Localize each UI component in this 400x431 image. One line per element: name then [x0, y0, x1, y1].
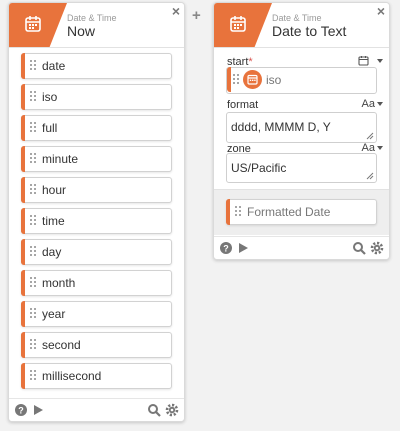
svg-text:?: ? — [223, 244, 229, 254]
drag-handle-icon[interactable] — [30, 184, 37, 195]
output-label: time — [42, 214, 65, 228]
output-pill-second[interactable]: second — [21, 332, 172, 358]
close-icon[interactable]: × — [377, 4, 385, 18]
output-pill-formatted-date[interactable]: Formatted Date — [226, 199, 377, 225]
plus-icon[interactable]: + — [192, 8, 201, 23]
play-icon[interactable] — [31, 403, 45, 417]
svg-text:?: ? — [18, 406, 24, 416]
output-label: minute — [42, 152, 79, 166]
output-pill-month[interactable]: month — [21, 270, 172, 296]
output-pill-iso[interactable]: iso — [21, 84, 172, 110]
type-toggle-calendar-icon[interactable] — [358, 55, 369, 66]
zone-input[interactable]: US/Pacific — [226, 153, 377, 183]
output-pill-hour[interactable]: hour — [21, 177, 172, 203]
output-pill-full[interactable]: full — [21, 115, 172, 141]
type-toggle-text[interactable]: Aa — [362, 98, 375, 110]
node-header[interactable]: Date & Time Date to Text × — [214, 3, 389, 48]
drag-handle-icon[interactable] — [30, 246, 37, 257]
drag-handle-icon[interactable] — [30, 277, 37, 288]
output-label: iso — [42, 90, 58, 104]
output-label: millisecond — [42, 369, 102, 383]
type-toggle-caret-icon[interactable] — [377, 59, 383, 63]
drag-handle-icon[interactable] — [233, 74, 240, 85]
output-label: full — [42, 121, 58, 135]
drag-handle-icon[interactable] — [30, 122, 37, 133]
node-category: Date & Time — [67, 13, 117, 23]
output-pill-minute[interactable]: minute — [21, 146, 172, 172]
output-pill-millisecond[interactable]: millisecond — [21, 363, 172, 389]
node-footer: ? — [9, 398, 184, 421]
start-input-slot[interactable]: iso — [226, 67, 377, 94]
search-icon[interactable] — [352, 241, 366, 255]
help-icon[interactable]: ? — [219, 241, 233, 255]
node-title: Now — [67, 23, 96, 39]
close-icon[interactable]: × — [172, 4, 180, 18]
zone-value: US/Pacific — [231, 161, 287, 175]
node-card-date-to-text[interactable]: Date & Time Date to Text × start* iso fo… — [213, 2, 390, 260]
node-footer: ? — [214, 236, 389, 259]
gear-icon[interactable] — [165, 403, 179, 417]
resize-handle-icon[interactable] — [366, 132, 374, 140]
output-label: date — [42, 59, 66, 73]
type-toggle-caret-icon[interactable] — [377, 102, 383, 106]
search-icon[interactable] — [147, 403, 161, 417]
calendar-icon — [243, 70, 262, 89]
output-pill-date[interactable]: date — [21, 53, 172, 79]
output-label: second — [42, 338, 81, 352]
drag-handle-icon[interactable] — [30, 215, 37, 226]
output-label: Formatted Date — [247, 205, 331, 219]
gear-icon[interactable] — [370, 241, 384, 255]
calendar-icon — [230, 16, 246, 32]
resize-handle-icon[interactable] — [366, 172, 374, 180]
type-toggle-caret-icon[interactable] — [377, 146, 383, 150]
output-area: Formatted Date — [214, 189, 389, 235]
connected-pill-label: iso — [266, 73, 282, 87]
drag-handle-icon[interactable] — [30, 153, 37, 164]
node-category: Date & Time — [272, 13, 322, 23]
drag-handle-icon[interactable] — [30, 370, 37, 381]
output-label: month — [42, 276, 76, 290]
drag-handle-icon[interactable] — [30, 91, 37, 102]
node-card-now[interactable]: Date & Time Now × date iso full minute h… — [8, 2, 185, 422]
calendar-icon — [25, 16, 41, 32]
drag-handle-icon[interactable] — [30, 308, 37, 319]
drag-handle-icon[interactable] — [30, 339, 37, 350]
node-header[interactable]: Date & Time Now × — [9, 3, 184, 48]
format-field-label: format — [227, 99, 259, 111]
drag-handle-icon[interactable] — [235, 206, 242, 217]
output-pill-time[interactable]: time — [21, 208, 172, 234]
format-value: dddd, MMMM D, Y — [231, 120, 331, 134]
node-title: Date to Text — [272, 23, 347, 39]
output-label: day — [42, 245, 62, 259]
play-icon[interactable] — [236, 241, 250, 255]
drag-handle-icon[interactable] — [30, 60, 37, 71]
output-label: hour — [42, 183, 67, 197]
output-pill-year[interactable]: year — [21, 301, 172, 327]
format-input[interactable]: dddd, MMMM D, Y — [226, 112, 377, 143]
connected-pill-iso[interactable]: iso — [227, 67, 372, 92]
help-icon[interactable]: ? — [14, 403, 28, 417]
output-pill-day[interactable]: day — [21, 239, 172, 265]
output-label: year — [42, 307, 66, 321]
